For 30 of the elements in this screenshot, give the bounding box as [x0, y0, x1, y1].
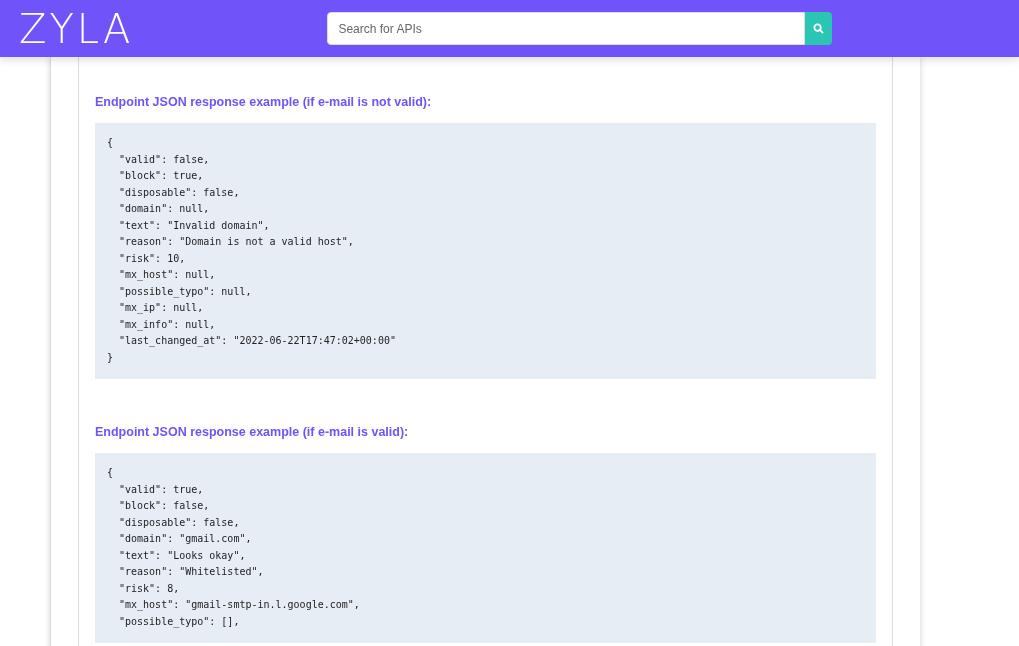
search-field[interactable]: Search for APIs	[327, 12, 806, 45]
search-icon	[813, 23, 825, 34]
code-line: {	[107, 136, 115, 150]
code-line: "possible_typo": [],	[118, 614, 241, 630]
code-line: "mx_info": null,	[118, 317, 217, 333]
code-line: "disposable": false,	[118, 515, 241, 530]
logo[interactable]: ZYLA	[17, 2, 138, 55]
code-line: "disposable": false,	[118, 185, 241, 200]
code-line: "domain": null,	[118, 202, 211, 216]
code-line: "last_changed_at": "2022-06-22T17:47:02+00:00"	[118, 334, 397, 349]
code-line: "mx_ip": null,	[118, 301, 205, 316]
code-line: "valid": false,	[118, 152, 211, 167]
code-line: "reason": "Domain is not a valid host",	[118, 235, 355, 249]
code-line: "possible_typo": null,	[118, 284, 253, 300]
code-line: "risk": 10,	[118, 251, 187, 266]
code-line: "risk": 8,	[118, 581, 181, 596]
search-button[interactable]	[805, 12, 833, 45]
section-heading: Endpoint JSON response example (if e-mail is not valid):	[95, 95, 433, 109]
code-line: }	[107, 350, 115, 365]
code-line: "text": "Looks okay",	[118, 548, 247, 563]
code-line: "valid": true,	[118, 482, 205, 497]
code-line: {	[107, 466, 115, 480]
code-line: "text": "Invalid domain",	[118, 218, 271, 233]
section-heading: Endpoint JSON response example (if e-mail is valid):	[95, 425, 410, 439]
code-line: "block": true,	[118, 169, 205, 183]
code-line: "mx_host": null,	[118, 268, 217, 283]
code-line: "block": false,	[118, 499, 211, 513]
code-line: "reason": "Whitelisted",	[118, 565, 265, 579]
code-line: "mx_host": "gmail-smtp-in.l.google.com",	[118, 598, 361, 613]
code-line: "domain": "gmail.com",	[118, 532, 253, 546]
